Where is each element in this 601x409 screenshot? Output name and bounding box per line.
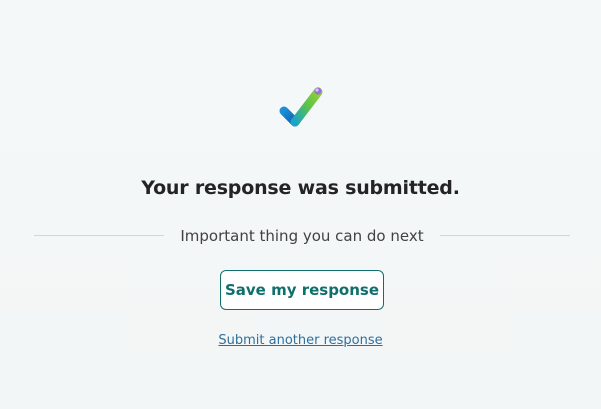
page-title: Your response was submitted. [141,177,460,199]
next-steps-heading: Important thing you can do next [180,227,424,245]
submit-another-container: Submit another response [0,332,601,350]
divider-line-right [440,235,570,236]
save-response-button[interactable]: Save my response [220,270,384,310]
divider-line-left [34,235,164,236]
submit-another-response-link[interactable]: Submit another response [218,333,382,348]
response-submitted-page: Your response was submitted. Important t… [0,0,601,409]
checkmark-icon [276,82,330,132]
next-steps-divider: Important thing you can do next [34,226,570,246]
